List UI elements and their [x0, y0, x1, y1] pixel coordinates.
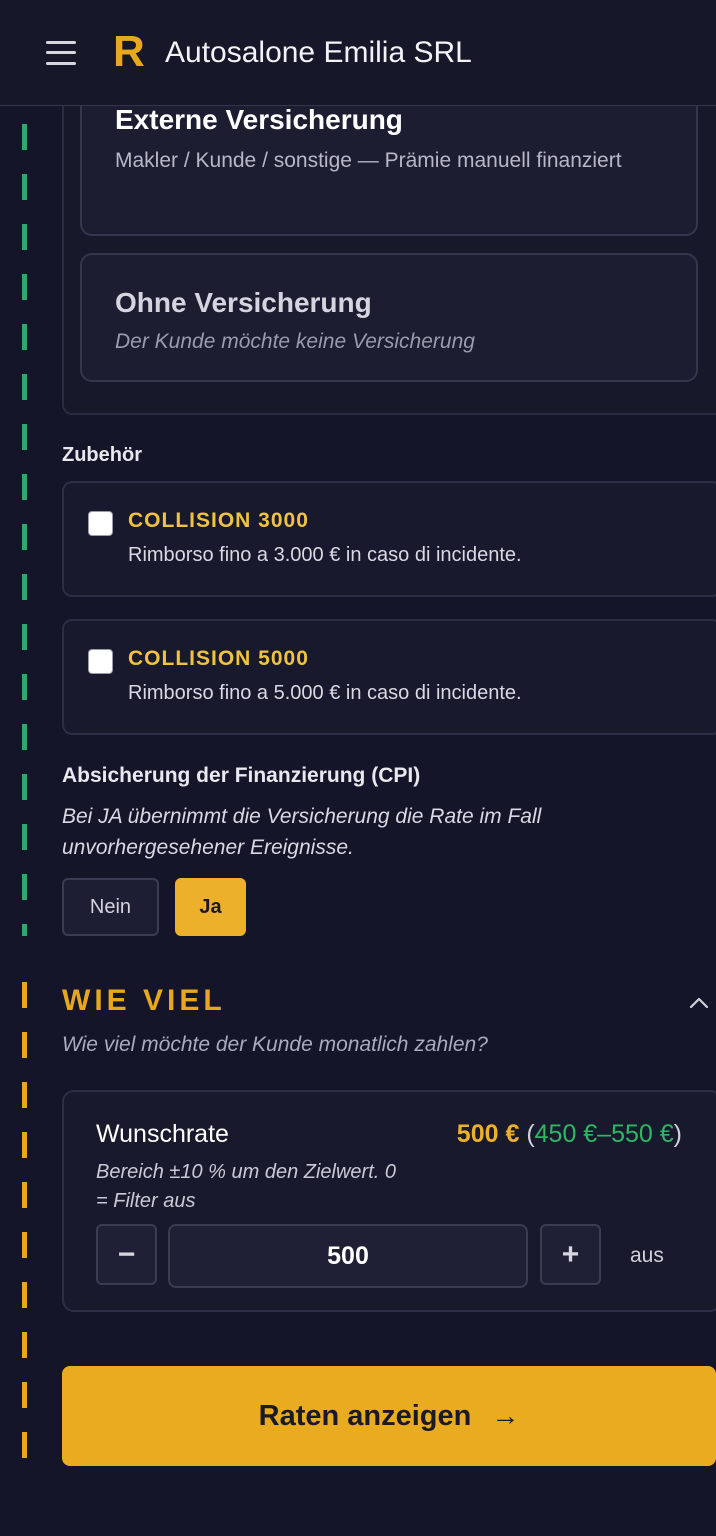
timeline-rail-green: [22, 124, 27, 936]
increment-button[interactable]: +: [540, 1224, 601, 1285]
section-subtitle: Wie viel möchte der Kunde monatlich zahl…: [62, 1033, 488, 1056]
rate-label: Wunschrate: [96, 1120, 229, 1148]
accessories-label: Zubehör: [62, 444, 142, 466]
timeline-rail-yellow: [22, 982, 27, 1462]
accessory-title: COLLISION 3000: [128, 509, 309, 532]
rate-amount: 500 €: [456, 1120, 520, 1148]
accessory-description: Rimborso fino a 5.000 € in caso di incid…: [128, 682, 522, 704]
section-title-wie-viel: WIE VIEL: [62, 984, 226, 1017]
rate-range: 450 €–550 €: [534, 1120, 674, 1148]
show-rates-button[interactable]: Raten anzeigen →: [62, 1366, 716, 1466]
insurance-option-description: Der Kunde möchte keine Versicherung: [115, 330, 475, 353]
brand-name: Autosalone Emilia SRL: [165, 36, 472, 69]
rate-input[interactable]: [168, 1224, 528, 1288]
insurance-option-title: Externe Versicherung: [115, 104, 403, 135]
menu-icon[interactable]: [46, 40, 76, 66]
chevron-up-icon[interactable]: [688, 994, 710, 1010]
decrement-button[interactable]: −: [96, 1224, 157, 1285]
accessory-checkbox[interactable]: [88, 511, 113, 536]
accessory-checkbox[interactable]: [88, 649, 113, 674]
accessory-item-collision-5000[interactable]: COLLISION 5000 Rimborso fino a 5.000 € i…: [62, 619, 716, 735]
accessory-item-collision-3000[interactable]: COLLISION 3000 Rimborso fino a 3.000 € i…: [62, 481, 716, 597]
accessory-title: COLLISION 5000: [128, 647, 309, 670]
rate-value: 500 € (450 €–550 €): [457, 1120, 682, 1149]
insurance-option-none[interactable]: Ohne Versicherung Der Kunde möchte keine…: [80, 253, 698, 382]
brand-logo: R: [113, 27, 145, 76]
page: Externe Versicherung Makler / Kunde / so…: [0, 0, 716, 1536]
filter-status: aus: [630, 1244, 664, 1267]
accessory-description: Rimborso fino a 3.000 € in caso di incid…: [128, 544, 522, 566]
cpi-yes-button[interactable]: Ja: [175, 878, 246, 936]
rate-card: Wunschrate 500 € (450 €–550 €) Bereich ±…: [62, 1090, 716, 1312]
app-header: R Autosalone Emilia SRL: [0, 0, 716, 106]
arrow-right-icon: →: [491, 1400, 520, 1431]
insurance-option-title: Ohne Versicherung: [115, 287, 372, 318]
cpi-label: Absicherung der Finanzierung (CPI): [62, 764, 421, 787]
rate-range-close: ): [673, 1120, 682, 1148]
show-rates-label: Raten anzeigen: [258, 1399, 472, 1432]
rate-range-open: (: [526, 1120, 535, 1148]
insurance-option-description: Makler / Kunde / sonstige — Prämie manue…: [115, 149, 622, 172]
cpi-description: Bei JA übernimmt die Versicherung die Ra…: [62, 805, 542, 859]
rate-help-text: Bereich ±10 % um den Zielwert. 0 = Filte…: [96, 1161, 396, 1212]
cpi-no-button[interactable]: Nein: [62, 878, 159, 936]
